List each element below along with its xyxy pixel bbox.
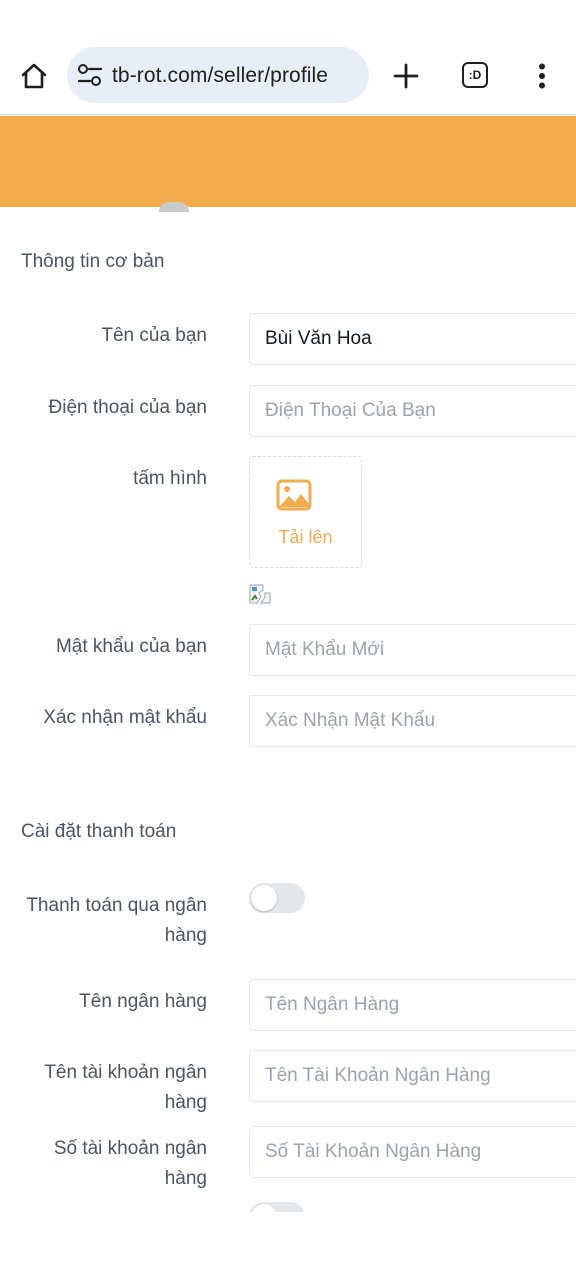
phone-input[interactable]: Điện Thoại Của Bạn <box>249 385 576 437</box>
broken-image-icon <box>249 584 271 604</box>
new-tab-button[interactable] <box>386 56 426 96</box>
account-number-input[interactable]: Số Tài Khoản Ngân Hàng <box>249 1126 576 1178</box>
account-number-label-line1: Số tài khoản ngân <box>53 1138 207 1159</box>
account-number-label: Số tài khoản ngân hàng <box>54 1134 207 1194</box>
password-label: Mật khẩu của bạn <box>55 636 207 657</box>
url-text[interactable]: tb-rot.com/seller/profile <box>112 64 328 88</box>
address-bar[interactable]: tb-rot.com/seller/profile <box>67 47 369 103</box>
bank-payment-label-line1: Thanh toán qua ngân <box>26 895 207 916</box>
site-settings-icon[interactable] <box>77 63 103 87</box>
name-label: Tên của bạn <box>101 325 207 346</box>
account-name-label: Tên tài khoản ngân hàng <box>44 1058 207 1118</box>
basic-info-title: Thông tin cơ bản <box>21 251 165 272</box>
account-number-label-line2: hàng <box>164 1168 207 1189</box>
name-input[interactable]: Bùi Văn Hoa <box>249 313 576 365</box>
bank-payment-label: Thanh toán qua ngân hàng <box>26 891 207 951</box>
page-bottom-area <box>0 1212 576 1280</box>
tab-switcher-button[interactable]: :D <box>462 62 488 88</box>
photo-upload-button[interactable]: Tải lên <box>249 456 362 568</box>
plus-icon <box>393 63 419 89</box>
bank-payment-label-line2: hàng <box>164 925 207 946</box>
account-name-label-line1: Tên tài khoản ngân <box>44 1062 207 1083</box>
browser-menu-button[interactable] <box>524 56 560 96</box>
more-vert-icon <box>539 63 545 89</box>
home-icon <box>21 63 47 89</box>
password-input[interactable]: Mật Khẩu Mới <box>249 624 576 676</box>
confirm-password-label: Xác nhận mật khẩu <box>43 707 207 728</box>
photo-label: tấm hình <box>133 468 207 489</box>
browser-toolbar: tb-rot.com/seller/profile :D <box>0 0 576 115</box>
confirm-password-input[interactable]: Xác Nhận Mật Khẩu <box>249 695 576 747</box>
home-button[interactable] <box>14 56 54 96</box>
payment-settings-title: Cài đặt thanh toán <box>21 821 177 842</box>
avatar[interactable] <box>159 202 189 212</box>
image-icon <box>276 479 312 511</box>
bank-name-input[interactable]: Tên Ngân Hàng <box>249 979 576 1031</box>
bank-payment-toggle[interactable] <box>249 883 305 913</box>
account-name-label-line2: hàng <box>164 1092 207 1113</box>
account-name-input[interactable]: Tên Tài Khoản Ngân Hàng <box>249 1050 576 1102</box>
toggle-knob <box>251 885 277 911</box>
bank-name-label: Tên ngân hàng <box>79 991 207 1012</box>
phone-label: Điện thoại của bạn <box>48 397 207 418</box>
upload-label: Tải lên <box>278 527 333 547</box>
profile-banner <box>0 116 576 207</box>
